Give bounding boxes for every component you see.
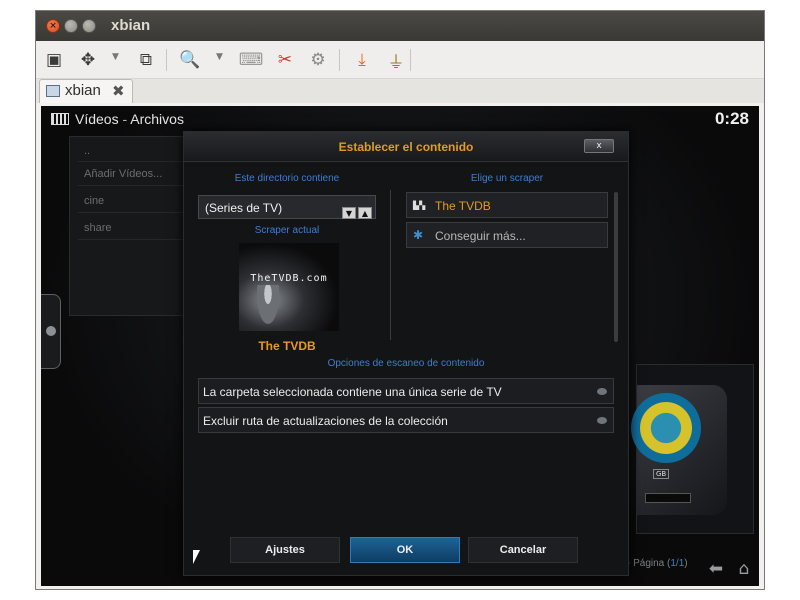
tools-icon[interactable]: ✂ [273, 48, 297, 72]
scrollbar[interactable] [614, 192, 618, 342]
subsection-label: Archivos [130, 111, 184, 127]
close-icon[interactable]: ✖ [112, 82, 125, 100]
dialog-close-button[interactable]: x [584, 139, 614, 153]
select-arrows: ▼ ▲ [340, 201, 372, 220]
move-icon[interactable]: ✥ [76, 48, 100, 72]
window-title: xbian [111, 17, 151, 34]
back-arrow-icon[interactable]: ⬅ [705, 558, 727, 580]
radio-off-icon [597, 417, 607, 424]
clock: 0:28 [714, 109, 749, 128]
download-icon[interactable]: ⤓ [350, 48, 374, 72]
choose-scraper-label: Elige un scraper [470, 173, 544, 184]
tab-bar: xbian ✖ [36, 79, 764, 103]
option-exclude-path[interactable]: Excluir ruta de actualizaciones de la co… [198, 407, 614, 433]
chevron-down-icon[interactable]: ▼ [342, 207, 356, 219]
figure-graphic [255, 285, 281, 329]
breadcrumb: Vídeos - Archivos [51, 111, 184, 127]
list-item[interactable]: Añadir Vídeos... [84, 168, 162, 180]
dialog-title: Establecer el contenido [338, 140, 474, 154]
chevron-up-icon[interactable]: ▲ [358, 207, 372, 219]
section-label: Vídeos [75, 111, 119, 127]
screen-icon [46, 85, 60, 97]
option-label: Excluir ruta de actualizaciones de la co… [203, 414, 448, 428]
scraper-option-get-more[interactable]: ✱ Conseguir más... [406, 222, 608, 248]
circle-icon [46, 326, 56, 336]
option-single-series[interactable]: La carpeta seleccionada contiene una úni… [198, 378, 614, 404]
scraper-option-label: Conseguir más... [435, 229, 526, 243]
option-label: La carpeta seleccionada contiene una úni… [203, 385, 502, 399]
dialog-header: Establecer el contenido x [184, 132, 628, 162]
scraper-option-label: The TVDB [435, 199, 491, 213]
scraper-thumbnail: TheTVDB.com [239, 243, 339, 331]
list-item[interactable]: .. [84, 145, 90, 157]
scraper-option-tvdb[interactable]: ▙▚ The TVDB [406, 192, 608, 218]
page-indicator: - Página (1/1) [627, 558, 688, 569]
divider [390, 190, 391, 340]
mouse-pointer-icon [192, 549, 201, 565]
app-window: × xbian ▣ ✥ ▼ ⧉ 🔍 ▼ ⌨ ✂ ⚙ ⤓ ⏚ xbian ✖ Ví… [35, 10, 765, 590]
window-close-button[interactable]: × [46, 19, 60, 33]
slot-graphic [645, 493, 691, 503]
plug-icon[interactable]: ⏚ [384, 48, 408, 73]
scan-options-label: Opciones de escaneo de contenido [327, 358, 485, 369]
toolbar-separator [410, 49, 411, 71]
cancel-button[interactable]: Cancelar [468, 537, 578, 563]
device-image: GB [631, 385, 727, 515]
keyboard-icon[interactable]: ⌨ [239, 48, 264, 72]
tab-label: xbian [65, 82, 101, 99]
settings-icon[interactable]: ⚙ [306, 48, 330, 72]
chevron-down-icon[interactable]: ▼ [216, 52, 223, 62]
toolbar-separator [339, 49, 340, 71]
home-icon[interactable]: ⌂ [733, 558, 755, 580]
film-icon [51, 113, 69, 125]
ok-button[interactable]: OK [350, 537, 460, 563]
tab-xbian[interactable]: xbian ✖ [39, 79, 133, 103]
content-type-value: (Series de TV) [205, 201, 283, 215]
current-scraper-name: The TVDB [258, 339, 316, 353]
breadcrumb-separator: - [118, 111, 131, 127]
zoom-icon[interactable]: 🔍 [178, 48, 202, 72]
current-scraper-label: Scraper actual [254, 225, 320, 236]
tvdb-icon: ▙▚ [413, 201, 426, 210]
toolbar-separator [166, 49, 167, 71]
toolbar: ▣ ✥ ▼ ⧉ 🔍 ▼ ⌨ ✂ ⚙ ⤓ ⏚ [36, 41, 764, 79]
chevron-down-icon[interactable]: ▼ [112, 52, 119, 62]
set-content-dialog: Establecer el contenido x Este directori… [183, 131, 629, 576]
puzzle-icon: ✱ [413, 228, 424, 242]
side-menu-handle[interactable] [41, 294, 61, 369]
capacity-label: GB [653, 469, 670, 479]
logo-icon [631, 393, 701, 463]
content-type-label: Este directorio contiene [234, 173, 340, 184]
screen-icon[interactable]: ▣ [42, 48, 66, 72]
radio-off-icon [597, 388, 607, 395]
thumbnail-text: TheTVDB.com [250, 273, 328, 284]
list-item[interactable]: cine [84, 195, 104, 207]
media-center-view: Vídeos - Archivos 0:28 .. Añadir Vídeos.… [41, 106, 759, 586]
window-maximize-button[interactable] [82, 19, 96, 33]
window-minimize-button[interactable] [64, 19, 78, 33]
windows-icon[interactable]: ⧉ [134, 48, 158, 72]
title-bar[interactable]: × xbian [36, 11, 764, 41]
list-item[interactable]: share [84, 222, 112, 234]
settings-button[interactable]: Ajustes [230, 537, 340, 563]
device-thumbnail: GB [631, 364, 754, 534]
content-type-select[interactable]: (Series de TV) ▼ ▲ [198, 195, 376, 219]
